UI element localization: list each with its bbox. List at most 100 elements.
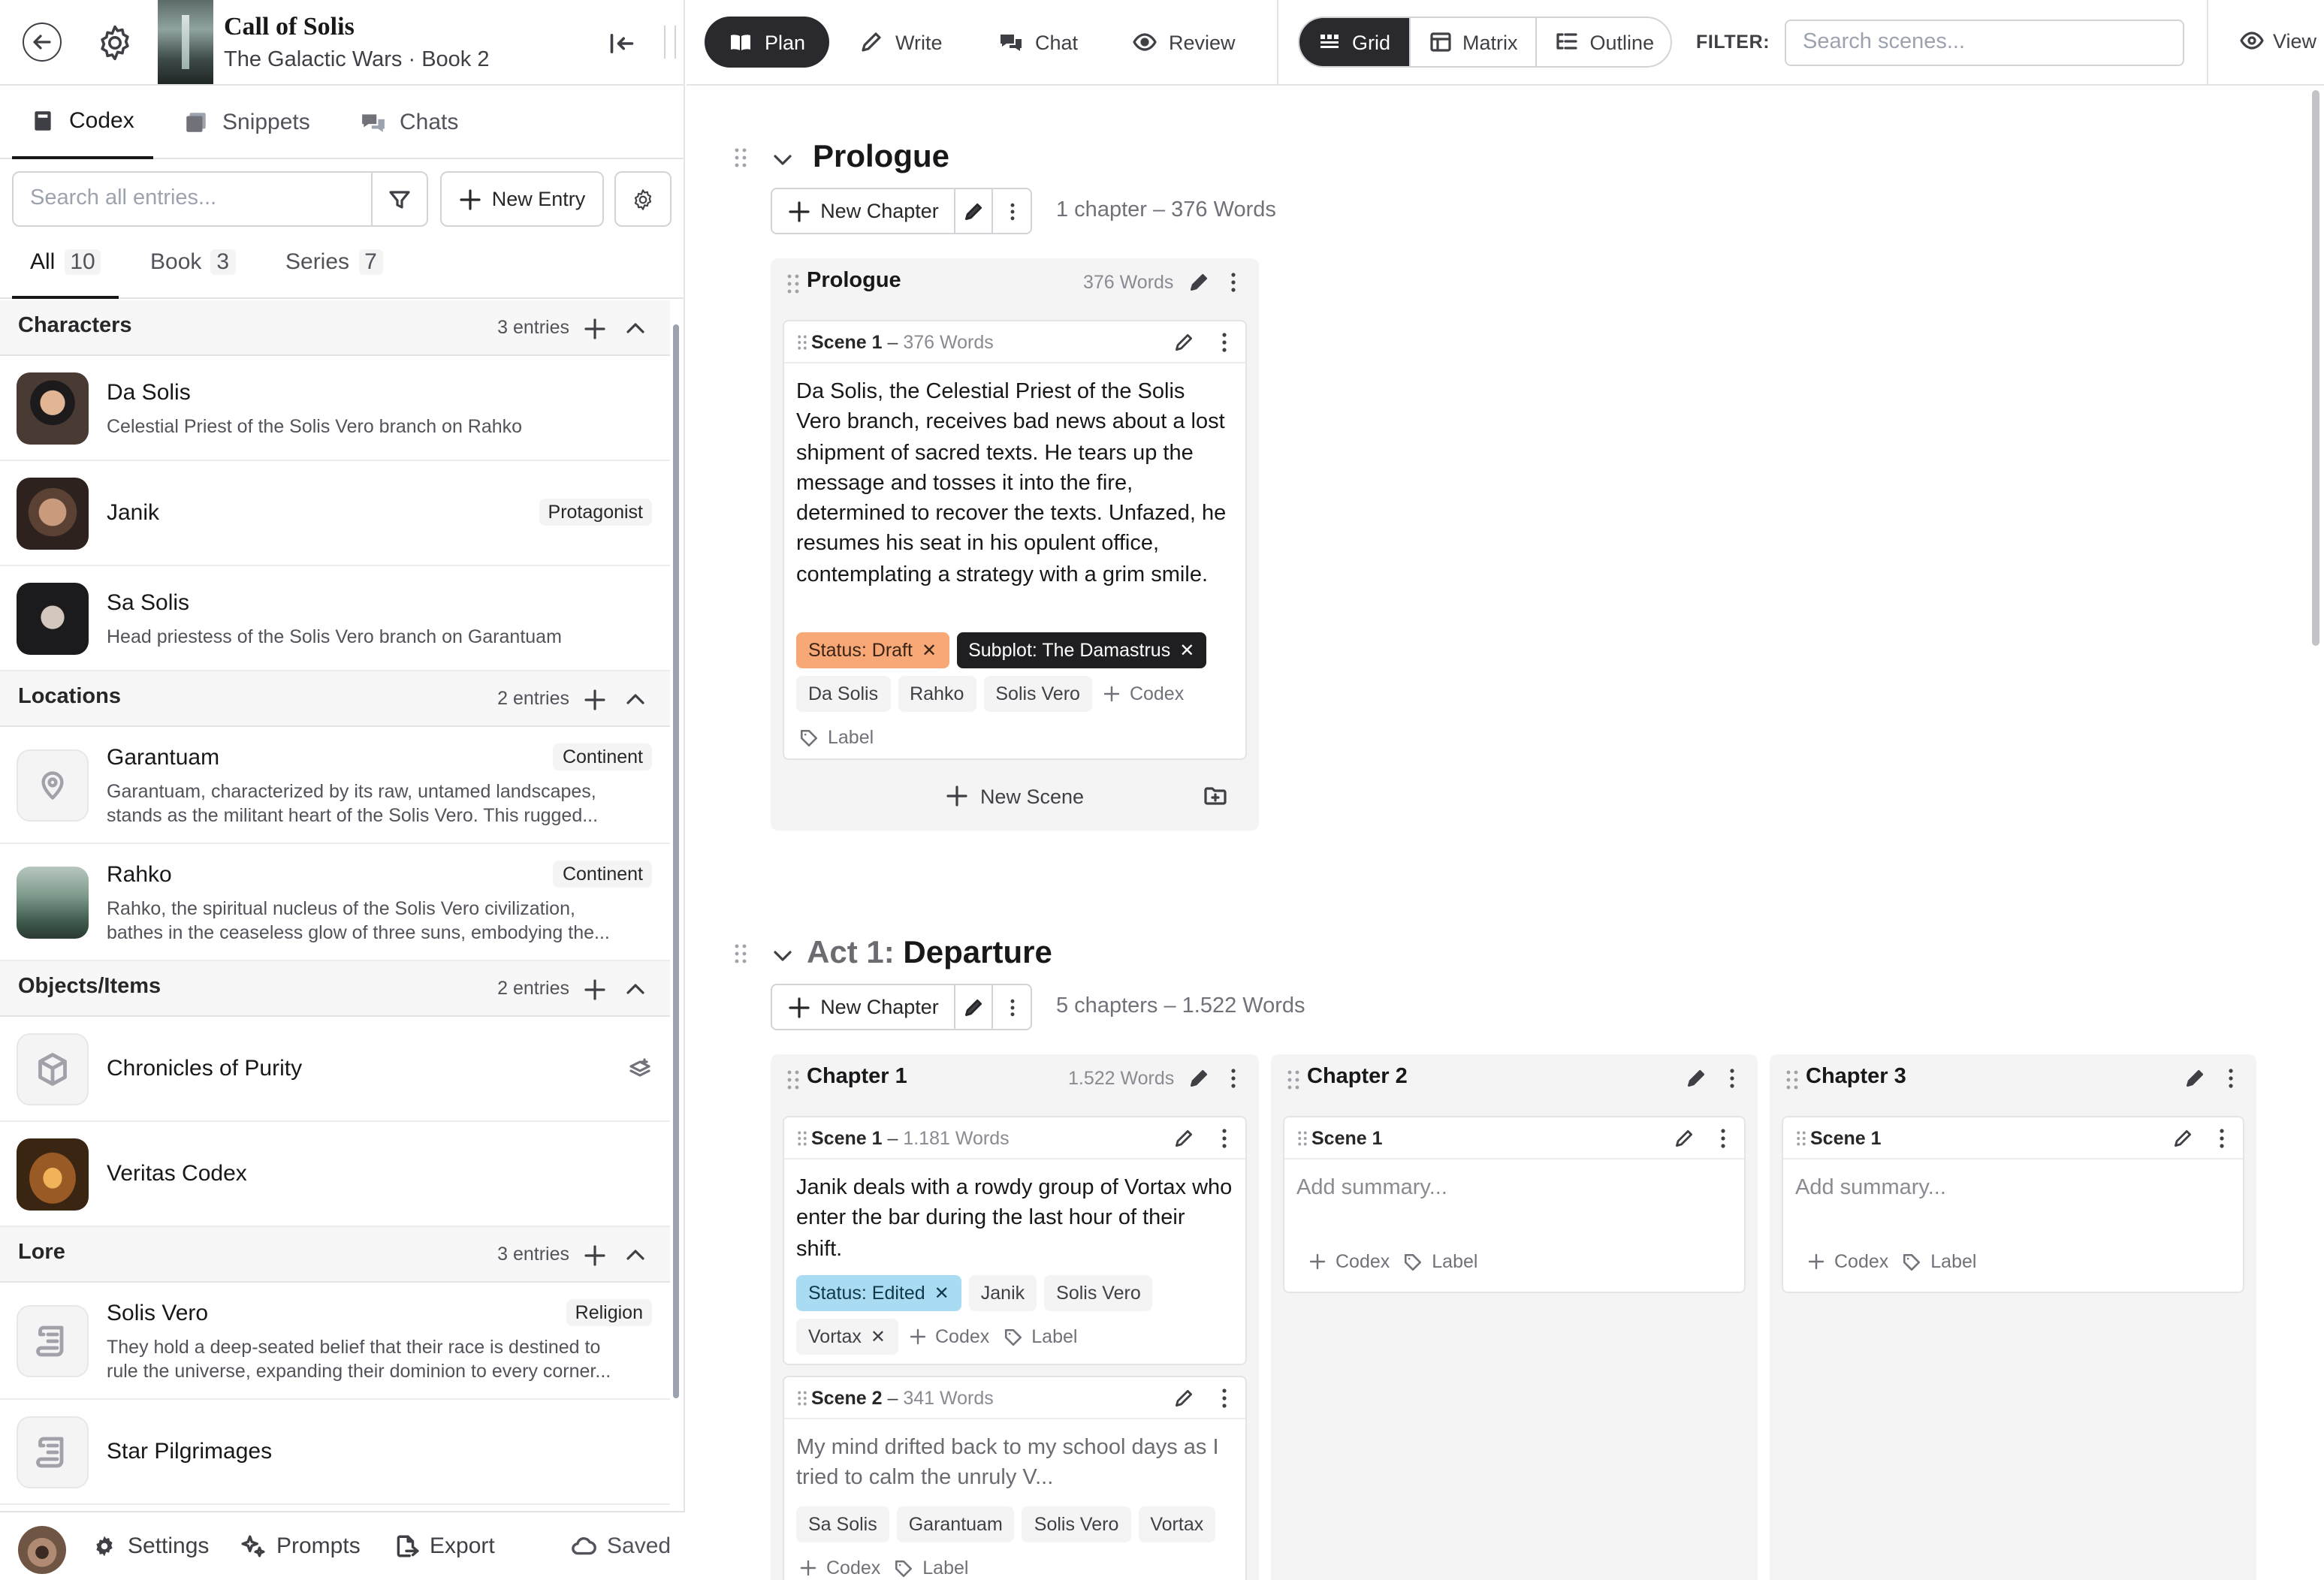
mode-plan-button[interactable]: Plan: [705, 17, 830, 68]
codex-entry-chronicles-of-purity[interactable]: Chronicles of Purity: [0, 1017, 670, 1122]
codex-tag[interactable]: Garantuam: [896, 1506, 1015, 1542]
drag-handle-icon[interactable]: [781, 1068, 805, 1092]
codex-entry-star-pilgrimages[interactable]: Star Pilgrimages: [0, 1400, 670, 1505]
section-lore[interactable]: Lore 3 entries: [0, 1227, 670, 1283]
export-button[interactable]: Export: [394, 1533, 495, 1559]
more-vertical-icon[interactable]: [2210, 1126, 2234, 1150]
mode-write-button[interactable]: Write: [835, 17, 967, 68]
remove-tag-icon[interactable]: ✕: [871, 1326, 886, 1347]
codex-search-input[interactable]: Search all entries...: [12, 171, 373, 227]
tab-chats[interactable]: Chats: [361, 86, 458, 159]
new-chapter-button[interactable]: New Chapter: [772, 189, 955, 233]
pencil-icon[interactable]: [1173, 332, 1194, 353]
pencil-icon[interactable]: [1674, 1128, 1695, 1149]
collapse-sidebar-button[interactable]: [608, 30, 635, 57]
plus-icon[interactable]: [583, 1244, 607, 1268]
more-vertical-icon[interactable]: [1221, 1066, 1245, 1090]
more-vertical-icon[interactable]: [1711, 1126, 1735, 1150]
more-vertical-icon[interactable]: [1212, 330, 1236, 354]
codex-scrollbar-thumb[interactable]: [673, 324, 679, 1398]
mode-review-button[interactable]: Review: [1109, 17, 1260, 68]
scene-search-input[interactable]: Search scenes...: [1785, 20, 2184, 66]
codex-tag[interactable]: Sa Solis: [796, 1506, 889, 1542]
main-scrollbar-thumb[interactable]: [2312, 90, 2319, 646]
drag-handle-icon[interactable]: [793, 333, 811, 351]
view-outline-button[interactable]: Outline: [1538, 18, 1671, 66]
mode-chat-button[interactable]: Chat: [975, 17, 1102, 68]
chapter-title[interactable]: Prologue: [807, 269, 901, 293]
plus-icon[interactable]: [583, 688, 607, 712]
act-more-button[interactable]: [993, 985, 1031, 1029]
pencil-icon[interactable]: [2172, 1128, 2193, 1149]
plus-icon[interactable]: [583, 317, 607, 341]
prompts-button[interactable]: Prompts: [240, 1533, 361, 1559]
chevron-up-icon[interactable]: [623, 1244, 647, 1268]
chevron-down-icon[interactable]: [771, 147, 795, 171]
back-button[interactable]: [23, 23, 62, 62]
drag-handle-icon[interactable]: [793, 1389, 811, 1407]
chevron-down-icon[interactable]: [771, 943, 795, 967]
add-label-button[interactable]: Label: [796, 719, 877, 755]
scene-summary-input[interactable]: Add summary...: [1795, 1173, 2231, 1204]
codex-filter-button[interactable]: [371, 171, 428, 227]
codex-entry-rahko[interactable]: Rahko Continent Rahko, the spiritual nuc…: [0, 844, 670, 961]
layers-icon[interactable]: [628, 1057, 652, 1081]
filter-tab-series[interactable]: Series 7: [285, 240, 383, 299]
new-chapter-button[interactable]: New Chapter: [772, 985, 955, 1029]
tab-codex[interactable]: Codex: [12, 86, 153, 159]
codex-entry-janik[interactable]: Janik Protagonist: [0, 461, 670, 566]
codex-entry-garantuam[interactable]: Garantuam Continent Garantuam, character…: [0, 727, 670, 844]
scene-summary[interactable]: My mind drifted back to my school days a…: [796, 1433, 1233, 1494]
codex-tag[interactable]: Rahko: [898, 676, 976, 712]
drag-handle-icon[interactable]: [793, 1129, 811, 1147]
drag-handle-icon[interactable]: [781, 272, 805, 296]
codex-settings-button[interactable]: [614, 171, 672, 227]
settings-button[interactable]: Settings: [92, 1533, 209, 1559]
add-label-button[interactable]: Label: [1899, 1244, 1979, 1280]
edit-act-button[interactable]: [955, 189, 993, 233]
drag-handle-icon[interactable]: [1281, 1068, 1305, 1092]
view-matrix-button[interactable]: Matrix: [1410, 18, 1538, 66]
filter-tab-book[interactable]: Book 3: [150, 240, 236, 299]
tab-snippets[interactable]: Snippets: [183, 86, 310, 159]
add-label-button[interactable]: Label: [1000, 1319, 1080, 1355]
pencil-icon[interactable]: [1188, 1068, 1209, 1089]
scene-summary[interactable]: Da Solis, the Celestial Priest of the So…: [796, 377, 1233, 590]
scene-card[interactable]: Scene 1 Add summary... Codex Label: [1782, 1116, 2244, 1293]
codex-entry-sa-solis[interactable]: Sa Solis Head priestess of the Solis Ver…: [0, 566, 670, 671]
drag-handle-icon[interactable]: [1792, 1129, 1810, 1147]
act-title[interactable]: Act 1: Departure: [807, 936, 1052, 972]
codex-tag[interactable]: Solis Vero: [1044, 1275, 1153, 1311]
add-codex-button[interactable]: Codex: [905, 1319, 992, 1355]
add-label-button[interactable]: Label: [1400, 1244, 1480, 1280]
book-title[interactable]: Call of Solis: [224, 12, 355, 42]
section-objects[interactable]: Objects/Items 2 entries: [0, 961, 670, 1017]
add-label-button[interactable]: Label: [891, 1550, 971, 1580]
scene-card[interactable]: Scene 1 – 376 Words Da Solis, the Celest…: [783, 320, 1247, 760]
add-codex-button[interactable]: Codex: [1100, 676, 1187, 712]
codex-entry-solis-vero[interactable]: Solis Vero Religion They hold a deep-sea…: [0, 1283, 670, 1400]
codex-scrollbar[interactable]: [672, 309, 681, 1505]
view-grid-button[interactable]: Grid: [1299, 18, 1411, 66]
plus-icon[interactable]: [583, 978, 607, 1002]
scene-summary-input[interactable]: Add summary...: [1296, 1173, 1732, 1204]
act-title[interactable]: Prologue: [813, 140, 949, 176]
section-characters[interactable]: Characters 3 entries: [0, 300, 670, 356]
book-cover-image[interactable]: [158, 0, 213, 84]
status-tag[interactable]: Status: Draft ✕: [796, 632, 949, 668]
codex-tag[interactable]: Da Solis: [796, 676, 891, 712]
main-scrollbar[interactable]: [2309, 87, 2321, 1580]
scene-summary[interactable]: Janik deals with a rowdy group of Vortax…: [796, 1173, 1233, 1265]
more-vertical-icon[interactable]: [1720, 1066, 1744, 1090]
status-tag[interactable]: Status: Edited ✕: [796, 1275, 961, 1311]
remove-tag-icon[interactable]: ✕: [1179, 640, 1194, 661]
pencil-icon[interactable]: [1188, 272, 1209, 293]
codex-tag[interactable]: Janik: [968, 1275, 1037, 1311]
add-folder-icon[interactable]: [1203, 784, 1227, 808]
scene-card[interactable]: Scene 2 – 341 Words My mind drifted back…: [783, 1376, 1247, 1580]
codex-entry-da-solis[interactable]: Da Solis Celestial Priest of the Solis V…: [0, 356, 670, 461]
drag-handle-icon[interactable]: [729, 942, 753, 966]
remove-tag-icon[interactable]: ✕: [922, 640, 937, 661]
section-locations[interactable]: Locations 2 entries: [0, 671, 670, 727]
new-entry-button[interactable]: New Entry: [440, 171, 604, 227]
